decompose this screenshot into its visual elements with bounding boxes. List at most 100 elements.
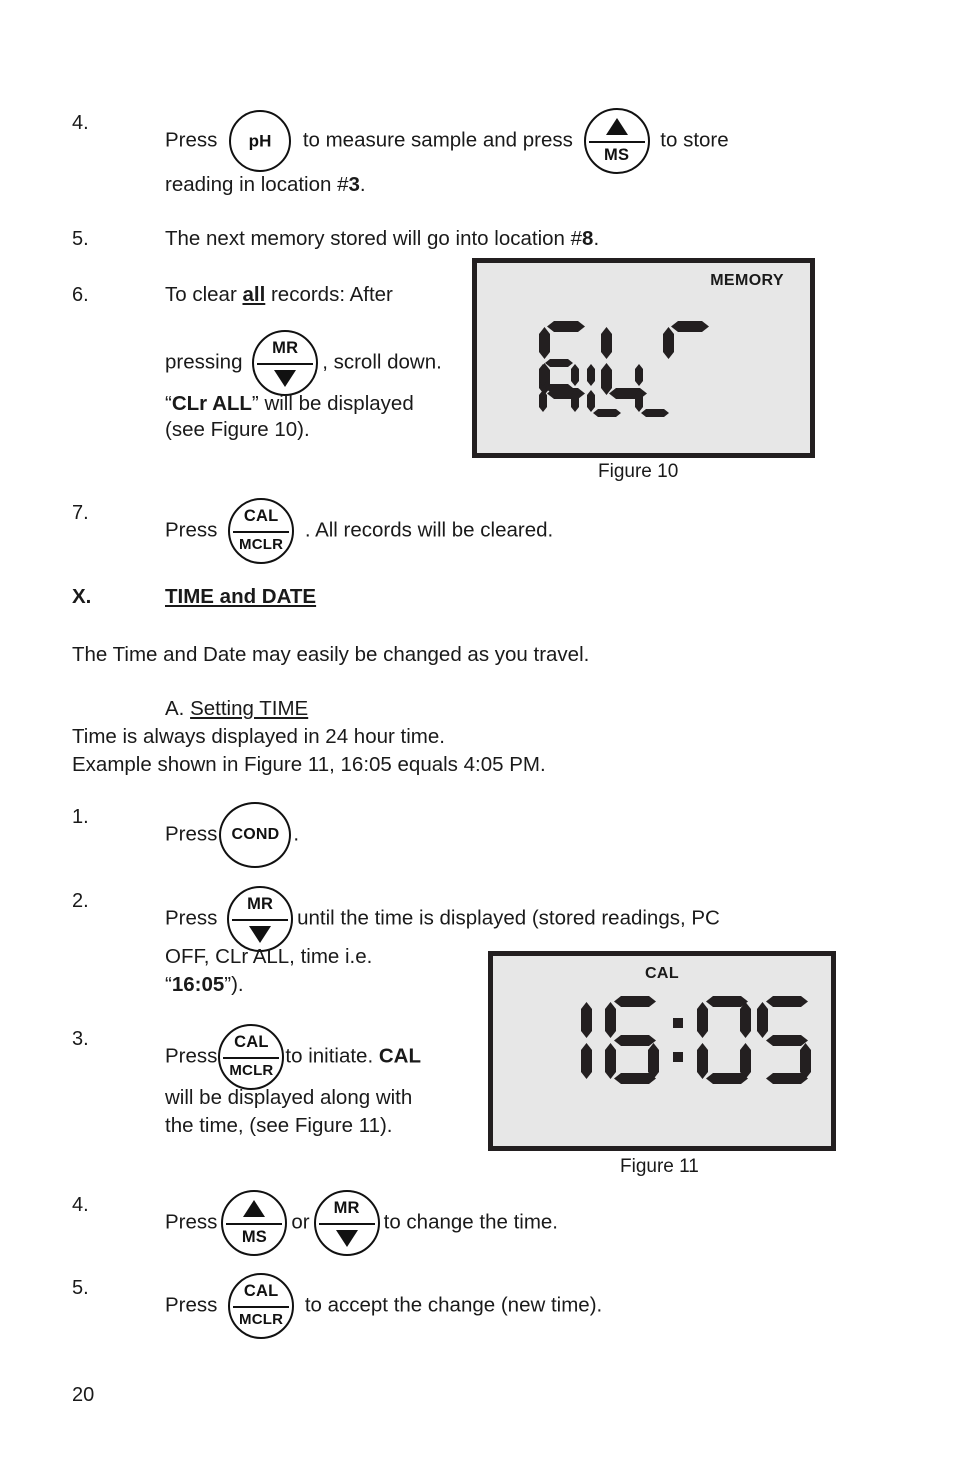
cond-button[interactable]: COND [219,802,292,868]
time-step3-cal-text: CAL [378,1044,421,1068]
figure-11-caption: Figure 11 [620,1156,699,1177]
triangle-down-icon [249,926,272,943]
time-list-number-4: 4. [72,1194,89,1216]
time-step4-mid: or [291,1210,310,1234]
time-step4-line: Press MS or MR to change the time. [165,1190,558,1256]
page-title: TIME and DATE [165,585,317,608]
step5-pre: The next memory stored will go into loca… [165,227,583,250]
time-list-number-2: 2. [72,890,89,912]
figure-10-caption: Figure 10 [598,461,679,482]
time-step2-line3-close: ”). [224,973,244,996]
step4-line2: reading in location #3. [165,170,366,199]
ms-button-label: MS [241,1228,267,1246]
section-roman-numeral: X. [72,585,92,608]
step7-line1: Press CAL MCLR . All records will be cle… [165,498,553,564]
time-step1-pre: Press [165,822,218,846]
step4-text-measure: to measure sample and press [302,128,573,152]
ms-button-label: MS [604,146,630,164]
list-number-4: 4. [72,112,89,134]
time-step2-quote-open: “ [165,973,172,996]
time-step4-post: to change the time. [383,1210,559,1234]
list-number-7: 7. [72,502,89,524]
step4-location-number: 3 [348,173,360,196]
cal-button-label: CAL [234,1033,269,1051]
time-step2-post: until the time is displayed (stored read… [297,906,720,930]
cal-mclr-button[interactable]: CAL MCLR [218,1024,285,1090]
step6-line4: (see Figure 10). [165,418,310,441]
triangle-down-icon [335,1230,358,1247]
step6-line1-pre: To clear [165,283,243,306]
time-step3-pre: Press [165,1044,218,1068]
time-step3-line3: the time, (see Figure 11). [165,1114,393,1137]
memory-annunciator: MEMORY [710,272,784,289]
mclr-button-label: MCLR [229,1062,274,1079]
ph-button[interactable]: pH [229,110,292,172]
step6-line3: “CLr ALL” will be displayed [165,389,414,418]
step6-line2-pre: pressing [165,350,243,374]
subsection-heading: A. Setting TIME [165,694,308,723]
time-step3-line1: Press CAL MCLR to initiate. CAL [165,1024,421,1090]
step4-line2-post: . [359,173,366,196]
time-step5-post: to accept the change (new time). [304,1293,603,1317]
figure-10-lcd-display: MEMORY [472,258,815,458]
mclr-button-label: MCLR [239,536,284,553]
step5-line1: The next memory stored will go into loca… [165,224,599,253]
triangle-up-icon [243,1200,266,1217]
figure-11-lcd-display: CAL [488,951,836,1151]
page-number: 20 [72,1384,95,1406]
time-note-line2: Example shown in Figure 11, 16:05 equals… [72,753,546,776]
step5-location-number: 8 [582,227,594,250]
step6-line1: To clear all records: After [165,280,393,309]
ms-button[interactable]: MS [583,108,650,174]
step6-clr-all-text: CLr ALL [171,392,252,415]
button-divider [223,1057,280,1060]
subsection-letter: A. [165,697,185,720]
list-number-6: 6. [72,284,89,306]
time-step4-pre: Press [165,1210,218,1234]
button-divider [588,141,645,144]
cal-button-label: CAL [243,507,279,525]
time-step2-line2: OFF, CLr ALL, time i.e. [165,945,373,968]
time-step1-line: Press COND . [165,802,299,868]
mclr-button-label: MCLR [239,1311,284,1328]
cal-mclr-button[interactable]: CAL MCLR [228,498,295,564]
subsection-title: Setting TIME [190,697,309,720]
button-divider [318,1223,375,1226]
step6-quote-open: “ [165,392,172,415]
time-step3-mid: to initiate. [285,1044,379,1068]
mr-button-label: MR [333,1199,360,1217]
cal-button-label: CAL [243,1282,279,1300]
mr-button-label: MR [247,895,274,913]
list-number-5: 5. [72,228,89,250]
time-step2-time-value: 16:05 [171,973,225,996]
section-intro-text: The Time and Date may easily be changed … [72,643,590,666]
cal-annunciator: CAL [644,965,680,982]
step6-line3-close: ” will be displayed [251,392,414,415]
mr-button-label: MR [272,339,299,357]
step6-line2: pressing MR , scroll down. [165,330,442,396]
manual-page: 4. Press pH to measure sample and press … [0,0,954,1475]
time-step1-post: . [293,822,300,846]
time-note-line1: Time is always displayed in 24 hour time… [72,725,445,748]
time-step5-pre: Press [165,1293,218,1317]
time-list-number-3: 3. [72,1028,89,1050]
triangle-down-icon [274,370,297,387]
step4-line1: Press pH to measure sample and press MS … [165,108,729,174]
time-list-number-5: 5. [72,1277,89,1299]
time-step3-line2: will be displayed along with [165,1086,413,1109]
step4-text-press: Press [165,128,218,152]
mr-button[interactable]: MR [252,330,319,396]
step4-line2-pre: reading in location # [165,173,349,196]
step6-all-emphasis: all [242,283,266,306]
step4-text-store: to store [660,128,729,152]
mr-button[interactable]: MR [313,1190,380,1256]
ms-button[interactable]: MS [221,1190,288,1256]
button-divider [226,1223,283,1226]
time-step5-line: Press CAL MCLR to accept the change (new… [165,1273,602,1339]
button-divider [233,531,290,534]
step6-line1-post: records: After [265,283,393,306]
cal-mclr-button[interactable]: CAL MCLR [228,1273,295,1339]
time-step2-line3: “16:05”). [165,970,244,999]
step7-pre: Press [165,518,218,542]
step6-line2-post: , scroll down. [322,350,442,374]
